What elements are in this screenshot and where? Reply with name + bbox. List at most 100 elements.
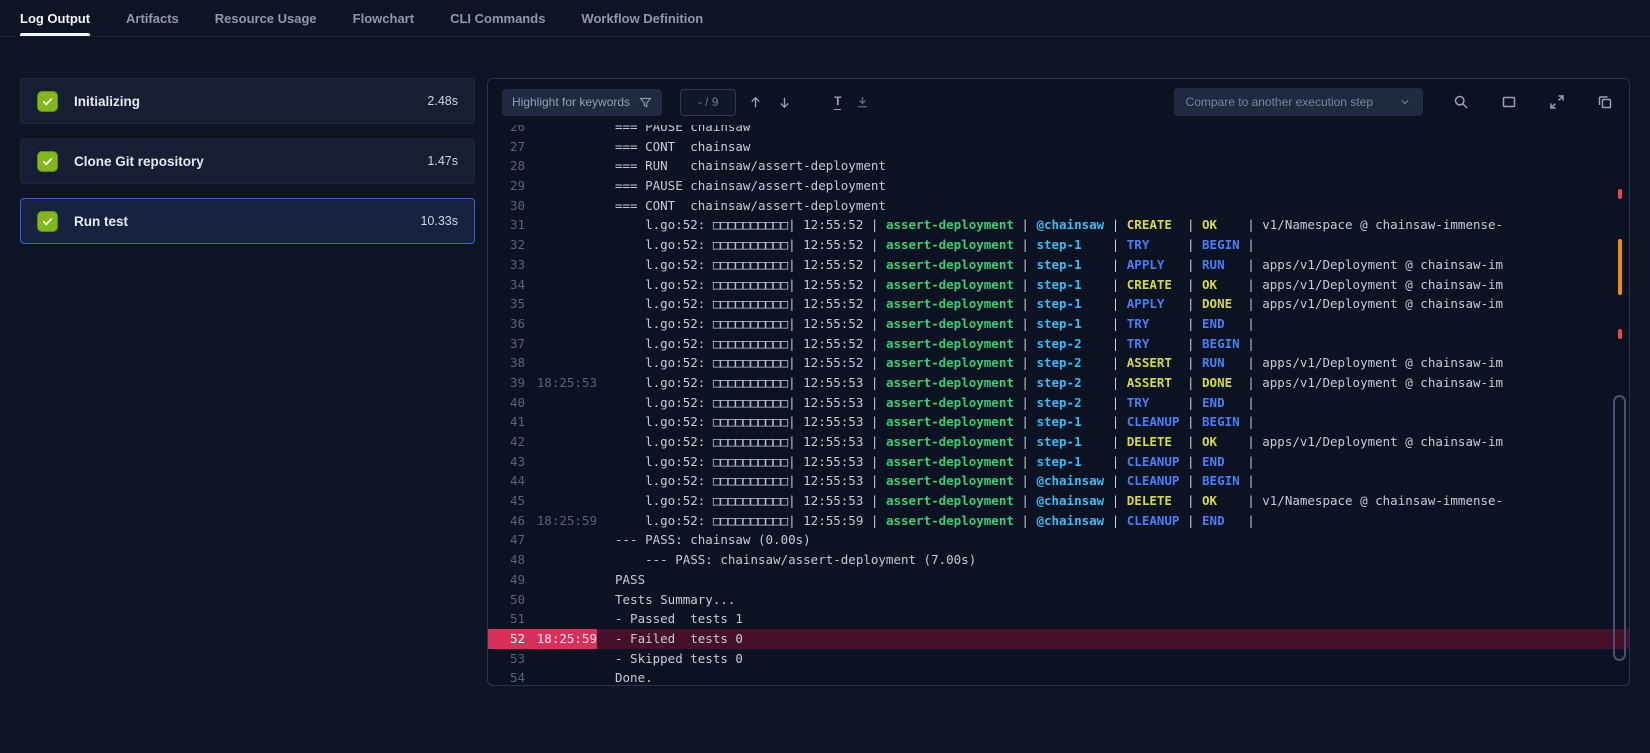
line-number[interactable]: 44 xyxy=(488,471,525,491)
previous-match-button[interactable] xyxy=(746,93,765,112)
tab-resource-usage[interactable]: Resource Usage xyxy=(215,0,317,36)
line-number[interactable]: 37 xyxy=(488,334,525,354)
line-text: l.go:52: □□□□□□□□□□| 12:55:52 | assert-d… xyxy=(597,215,1629,235)
line-number[interactable]: 54 xyxy=(488,668,525,684)
line-number[interactable]: 36 xyxy=(488,314,525,334)
line-number[interactable]: 34 xyxy=(488,275,525,295)
line-timestamp xyxy=(525,412,597,432)
line-number[interactable]: 50 xyxy=(488,590,525,610)
text-top-icon: T xyxy=(834,95,841,110)
line-text: l.go:52: □□□□□□□□□□| 12:55:52 | assert-d… xyxy=(597,255,1629,275)
log-line: 4618:25:59 l.go:52: □□□□□□□□□□| 12:55:59… xyxy=(488,511,1629,531)
line-timestamp: 18:25:59 xyxy=(525,629,597,649)
line-number[interactable]: 27 xyxy=(488,137,525,157)
line-number[interactable]: 52 xyxy=(488,629,525,649)
line-text: l.go:52: □□□□□□□□□□| 12:55:52 | assert-d… xyxy=(597,314,1629,334)
line-text: === PAUSE chainsaw/assert-deployment xyxy=(597,176,1629,196)
line-number[interactable]: 38 xyxy=(488,353,525,373)
next-match-button[interactable] xyxy=(775,93,794,112)
line-text: --- PASS: chainsaw/assert-deployment (7.… xyxy=(597,550,1629,570)
line-number[interactable]: 53 xyxy=(488,649,525,669)
line-number[interactable]: 31 xyxy=(488,215,525,235)
line-timestamp xyxy=(525,196,597,216)
line-number[interactable]: 26 xyxy=(488,125,525,137)
tab-log-output[interactable]: Log Output xyxy=(20,0,90,36)
line-number[interactable]: 47 xyxy=(488,530,525,550)
line-timestamp xyxy=(525,353,597,373)
step-card-clone-git-repository[interactable]: Clone Git repository1.47s xyxy=(20,138,475,184)
log-line: 50 Tests Summary... xyxy=(488,590,1629,610)
line-number[interactable]: 42 xyxy=(488,432,525,452)
line-timestamp xyxy=(525,215,597,235)
step-label: Run test xyxy=(74,214,404,229)
tab-cli-commands[interactable]: CLI Commands xyxy=(450,0,545,36)
line-timestamp xyxy=(525,255,597,275)
line-number[interactable]: 32 xyxy=(488,235,525,255)
line-number[interactable]: 43 xyxy=(488,452,525,472)
scroll-marker xyxy=(1618,189,1622,199)
log-line: 42 l.go:52: □□□□□□□□□□| 12:55:53 | asser… xyxy=(488,432,1629,452)
line-timestamp xyxy=(525,452,597,472)
line-number[interactable]: 46 xyxy=(488,511,525,531)
copy-log-button[interactable] xyxy=(1595,92,1615,112)
line-number[interactable]: 45 xyxy=(488,491,525,511)
tab-flowchart[interactable]: Flowchart xyxy=(353,0,414,36)
line-number[interactable]: 51 xyxy=(488,609,525,629)
compare-step-dropdown[interactable]: Compare to another execution step xyxy=(1174,88,1423,116)
line-number[interactable]: 29 xyxy=(488,176,525,196)
line-number[interactable]: 41 xyxy=(488,412,525,432)
download-log-button[interactable] xyxy=(853,93,872,112)
step-duration: 2.48s xyxy=(427,94,458,108)
log-content[interactable]: 26=== PAUSE chainsaw27=== CONT chainsaw2… xyxy=(488,125,1629,684)
success-check-icon xyxy=(37,151,58,172)
step-label: Clone Git repository xyxy=(74,154,411,169)
log-line: 47--- PASS: chainsaw (0.00s) xyxy=(488,530,1629,550)
line-number[interactable]: 35 xyxy=(488,294,525,314)
step-card-initializing[interactable]: Initializing2.48s xyxy=(20,78,475,124)
log-line: 5218:25:59- Failed tests 0 xyxy=(488,629,1629,649)
tab-workflow-definition[interactable]: Workflow Definition xyxy=(581,0,703,36)
log-line: 51- Passed tests 1 xyxy=(488,609,1629,629)
highlight-keywords-button[interactable]: Highlight for keywords xyxy=(502,89,662,116)
log-line: 43 l.go:52: □□□□□□□□□□| 12:55:53 | asser… xyxy=(488,452,1629,472)
line-number[interactable]: 28 xyxy=(488,156,525,176)
log-line: 29 === PAUSE chainsaw/assert-deployment xyxy=(488,176,1629,196)
line-number[interactable]: 30 xyxy=(488,196,525,216)
line-timestamp xyxy=(525,156,597,176)
log-line: 40 l.go:52: □□□□□□□□□□| 12:55:53 | asser… xyxy=(488,393,1629,413)
scrollbar-thumb[interactable] xyxy=(1613,395,1626,661)
line-text: l.go:52: □□□□□□□□□□| 12:55:53 | assert-d… xyxy=(597,393,1629,413)
log-line: 28=== RUN chainsaw/assert-deployment xyxy=(488,156,1629,176)
log-line: 53- Skipped tests 0 xyxy=(488,649,1629,669)
log-line: 34 l.go:52: □□□□□□□□□□| 12:55:52 | asser… xyxy=(488,275,1629,295)
scroll-marker xyxy=(1618,329,1622,339)
line-text: l.go:52: □□□□□□□□□□| 12:55:52 | assert-d… xyxy=(597,235,1629,255)
fullscreen-button[interactable] xyxy=(1547,92,1567,112)
line-number[interactable]: 33 xyxy=(488,255,525,275)
line-text: - Failed tests 0 xyxy=(597,629,1629,649)
line-number[interactable]: 49 xyxy=(488,570,525,590)
line-number[interactable]: 40 xyxy=(488,393,525,413)
chevron-down-icon xyxy=(1399,96,1411,108)
log-line: 48 --- PASS: chainsaw/assert-deployment … xyxy=(488,550,1629,570)
search-button[interactable] xyxy=(1451,92,1471,112)
tab-artifacts[interactable]: Artifacts xyxy=(126,0,179,36)
line-text: === CONT chainsaw xyxy=(597,137,1629,157)
step-duration: 10.33s xyxy=(420,214,458,228)
wrap-lines-button[interactable] xyxy=(1499,92,1519,112)
scroll-to-top-button[interactable]: T xyxy=(832,93,843,112)
step-card-run-test[interactable]: Run test 10.33s xyxy=(20,198,475,244)
step-list: Initializing2.48s Clone Git repository1.4… xyxy=(20,78,475,258)
download-icon xyxy=(855,95,870,110)
line-text: Tests Summary... xyxy=(597,590,1629,610)
search-icon xyxy=(1453,94,1469,110)
line-timestamp xyxy=(525,609,597,629)
line-number[interactable]: 48 xyxy=(488,550,525,570)
line-text: l.go:52: □□□□□□□□□□| 12:55:52 | assert-d… xyxy=(597,275,1629,295)
line-number[interactable]: 39 xyxy=(488,373,525,393)
scroll-marker xyxy=(1618,239,1622,295)
log-line: 36 l.go:52: □□□□□□□□□□| 12:55:52 | asser… xyxy=(488,314,1629,334)
highlight-keywords-label: Highlight for keywords xyxy=(512,95,630,109)
log-line: 3918:25:53 l.go:52: □□□□□□□□□□| 12:55:53… xyxy=(488,373,1629,393)
line-timestamp: 18:25:53 xyxy=(525,373,597,393)
